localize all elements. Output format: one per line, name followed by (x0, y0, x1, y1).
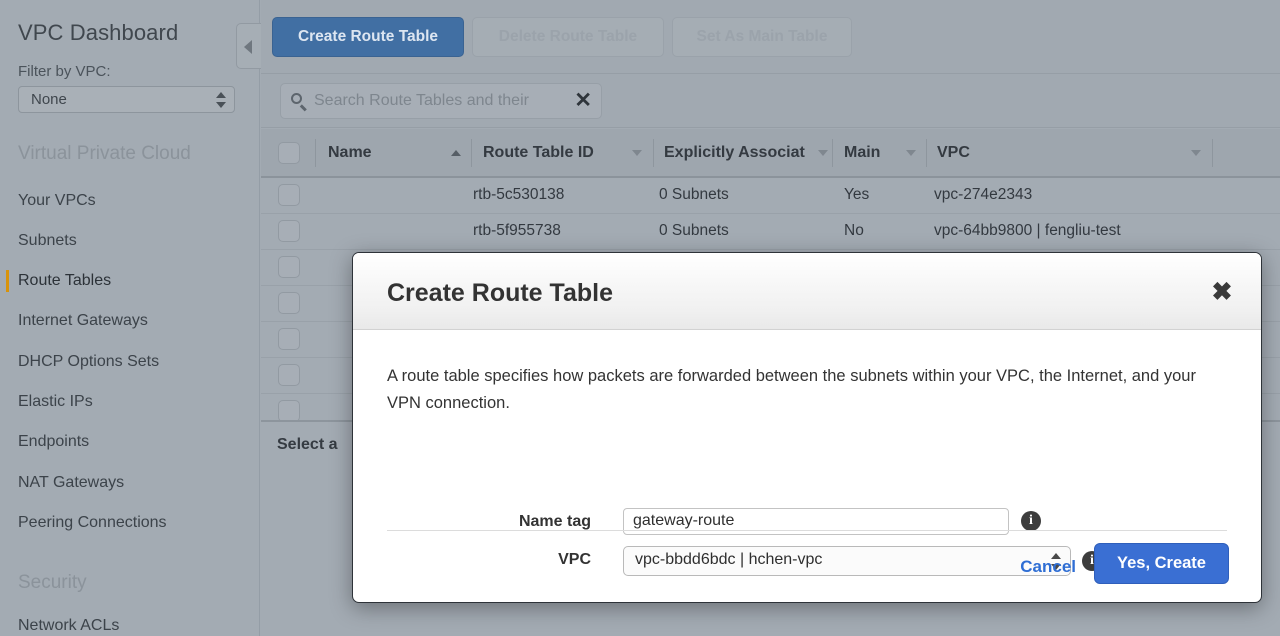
close-icon[interactable]: ✖ (1209, 279, 1235, 305)
filter-by-vpc-select[interactable]: None (18, 86, 235, 113)
row-checkbox[interactable] (278, 364, 300, 386)
dialog-header: Create Route Table ✖ (353, 253, 1261, 330)
sidebar-group-security: Security (18, 572, 87, 594)
search-icon (290, 92, 309, 111)
column-header-vpc[interactable]: VPC (937, 144, 1177, 162)
sort-asc-icon-name[interactable] (451, 150, 461, 156)
search-placeholder: Search Route Tables and their (314, 92, 570, 110)
cell-main: Yes (844, 186, 869, 204)
dialog-footer: Cancel Yes, Create (353, 543, 1261, 603)
sidebar-item-internet-gateways[interactable]: Internet Gateways (18, 312, 148, 330)
chevron-left-icon (244, 40, 252, 54)
cell-route-table-id: rtb-5c530138 (473, 186, 564, 204)
sort-desc-icon-vpc[interactable] (1191, 150, 1201, 156)
create-route-table-button[interactable]: Create Route Table (272, 17, 464, 57)
page-title: VPC Dashboard (18, 20, 178, 46)
dialog-title: Create Route Table (387, 279, 613, 308)
column-header-name[interactable]: Name (328, 144, 438, 162)
cell-explicitly-associated: 0 Subnets (659, 186, 729, 204)
sidebar-item-your-vpcs[interactable]: Your VPCs (18, 192, 96, 210)
search-bar: Search Route Tables and their ✕ (261, 74, 1280, 128)
sidebar: VPC Dashboard Filter by VPC: None Virtua… (0, 0, 260, 636)
column-header-explicitly-associated[interactable]: Explicitly Associat (664, 144, 814, 162)
create-route-table-dialog: Create Route Table ✖ A route table speci… (352, 252, 1262, 603)
column-header-main[interactable]: Main (844, 144, 899, 162)
info-icon-name-tag[interactable]: i (1021, 511, 1041, 531)
row-checkbox[interactable] (278, 220, 300, 242)
form-row-name-tag: Name tag gateway-route i (353, 508, 1261, 538)
sidebar-item-subnets[interactable]: Subnets (18, 232, 77, 250)
sidebar-item-network-acls[interactable]: Network ACLs (18, 617, 119, 635)
sidebar-item-endpoints[interactable]: Endpoints (18, 433, 89, 451)
name-tag-value: gateway-route (633, 512, 734, 530)
row-checkbox[interactable] (278, 328, 300, 350)
row-checkbox[interactable] (278, 400, 300, 422)
detail-panel-message: Select a (277, 436, 337, 454)
filter-by-vpc-value: None (31, 91, 67, 108)
name-tag-label: Name tag (353, 508, 591, 536)
vpc-console-screen: VPC Dashboard Filter by VPC: None Virtua… (0, 0, 1280, 636)
sort-desc-icon-explicitly-associated[interactable] (818, 150, 828, 156)
dialog-description: A route table specifies how packets are … (387, 363, 1227, 417)
sidebar-collapse-button[interactable] (236, 23, 262, 69)
row-checkbox[interactable] (278, 184, 300, 206)
cell-vpc: vpc-274e2343 (934, 186, 1032, 204)
dialog-divider (387, 530, 1227, 531)
delete-route-table-button: Delete Route Table (472, 17, 664, 57)
table-row[interactable]: rtb-5f955738 0 Subnets No vpc-64bb9800 |… (261, 214, 1280, 250)
select-all-checkbox[interactable] (278, 142, 300, 164)
action-toolbar: Create Route Table Delete Route Table Se… (261, 0, 1280, 74)
set-as-main-table-button: Set As Main Table (672, 17, 852, 57)
sort-desc-icon-route-table-id[interactable] (632, 150, 642, 156)
cancel-button[interactable]: Cancel (1020, 557, 1076, 577)
table-header-row: Name Route Table ID Explicitly Associat … (261, 129, 1280, 178)
cell-main: No (844, 222, 864, 240)
cell-explicitly-associated: 0 Subnets (659, 222, 729, 240)
yes-create-button[interactable]: Yes, Create (1094, 543, 1229, 584)
sidebar-item-dhcp-options-sets[interactable]: DHCP Options Sets (18, 353, 159, 371)
sidebar-group-virtual-private-cloud: Virtual Private Cloud (18, 143, 191, 165)
sidebar-item-peering-connections[interactable]: Peering Connections (18, 514, 167, 532)
cell-vpc: vpc-64bb9800 | fengliu-test (934, 222, 1121, 240)
sidebar-item-nat-gateways[interactable]: NAT Gateways (18, 474, 124, 492)
filter-by-vpc-label: Filter by VPC: (18, 63, 111, 80)
table-row[interactable]: rtb-5c530138 0 Subnets Yes vpc-274e2343 (261, 178, 1280, 214)
active-nav-marker (6, 270, 9, 292)
clear-search-icon[interactable]: ✕ (574, 90, 592, 112)
row-checkbox[interactable] (278, 256, 300, 278)
stepper-arrows-icon (216, 91, 226, 110)
column-header-route-table-id[interactable]: Route Table ID (483, 144, 623, 162)
search-input[interactable]: Search Route Tables and their ✕ (280, 83, 602, 119)
sidebar-item-elastic-ips[interactable]: Elastic IPs (18, 393, 93, 411)
sort-desc-icon-main[interactable] (906, 150, 916, 156)
sidebar-item-route-tables[interactable]: Route Tables (18, 272, 111, 290)
cell-route-table-id: rtb-5f955738 (473, 222, 561, 240)
row-checkbox[interactable] (278, 292, 300, 314)
